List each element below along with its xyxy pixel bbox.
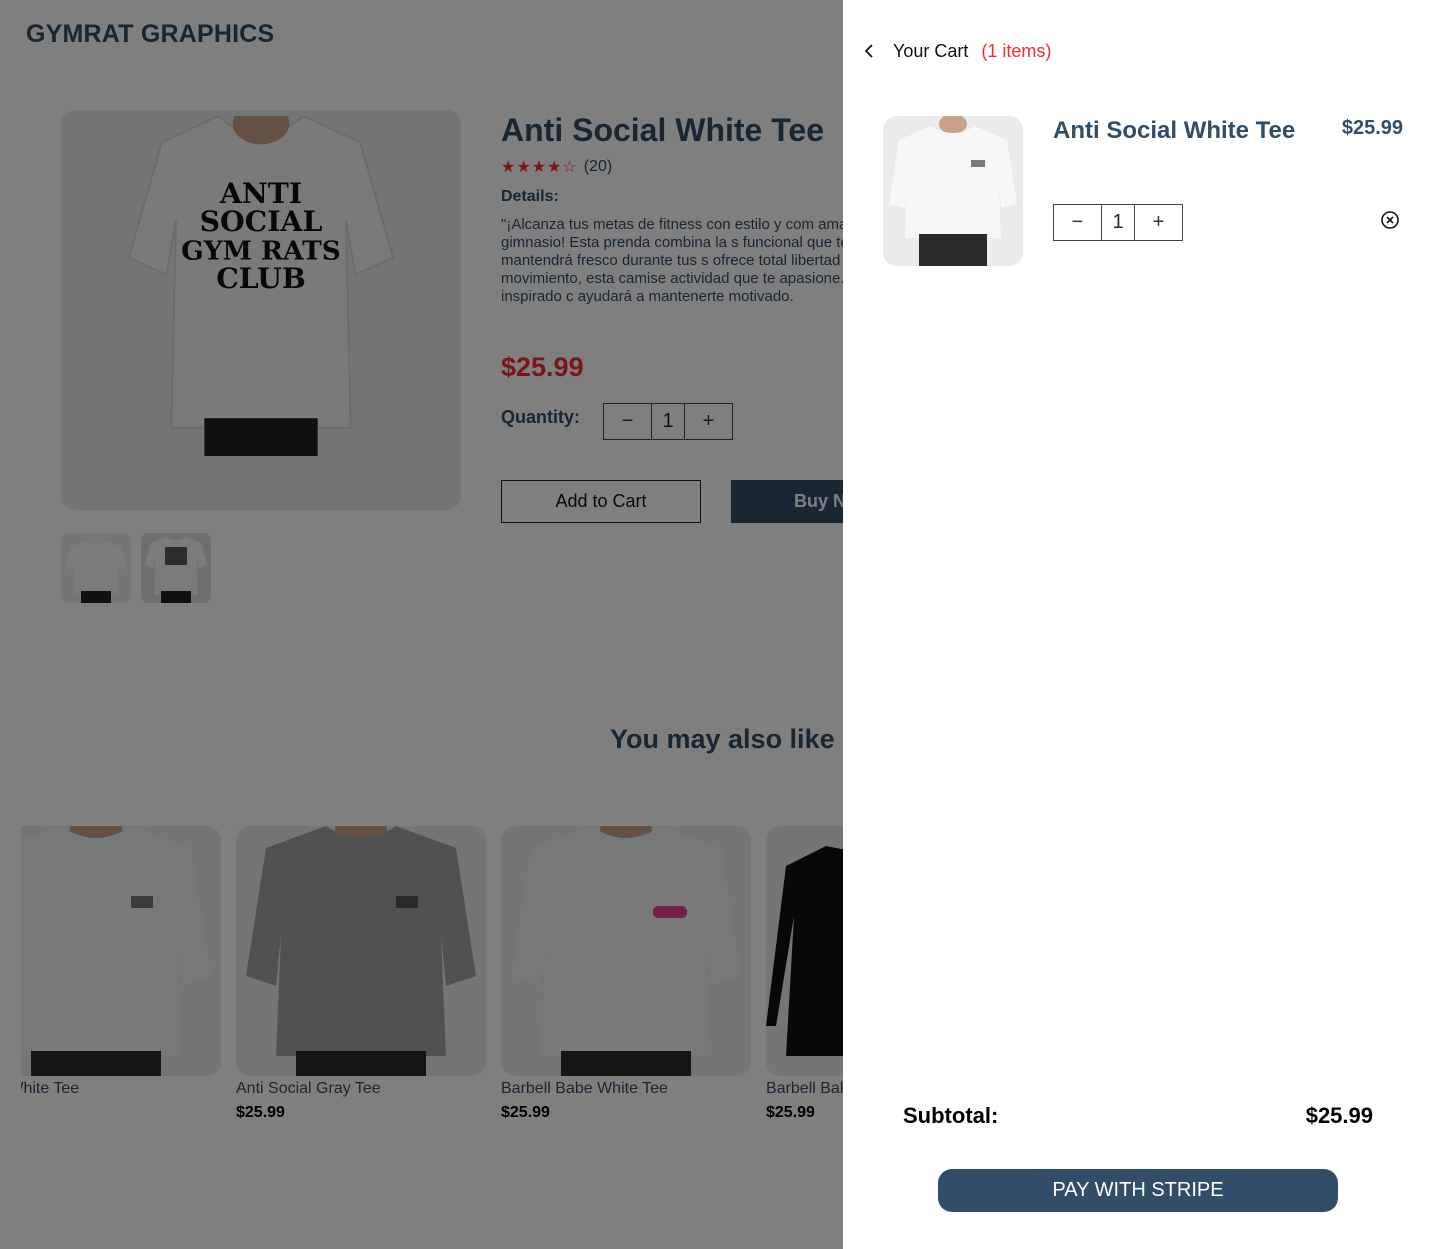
remove-item-icon[interactable] xyxy=(1380,210,1400,230)
pay-with-stripe-button[interactable]: PAY WITH STRIPE xyxy=(938,1169,1338,1212)
cart-item-name: Anti Social White Tee xyxy=(1053,117,1296,144)
cart-drawer: Your Cart (1 items) Anti Social White Te… xyxy=(843,0,1438,1249)
cart-quantity-stepper: − 1 + xyxy=(1053,204,1183,241)
tshirt-image xyxy=(889,116,1017,266)
cart-item-price: $25.99 xyxy=(1341,117,1403,139)
plus-icon[interactable]: + xyxy=(1135,205,1182,240)
cart-quantity-value: 1 xyxy=(1101,205,1135,240)
minus-icon[interactable]: − xyxy=(1054,205,1101,240)
cart-header[interactable]: Your Cart (1 items) xyxy=(863,38,1051,64)
cart-title: Your Cart xyxy=(893,40,969,61)
chevron-left-icon[interactable] xyxy=(863,38,879,64)
subtotal-label: Subtotal: xyxy=(903,1103,999,1128)
cart-item-count: (1 items) xyxy=(981,40,1052,61)
subtotal-value: $25.99 xyxy=(1305,1103,1373,1128)
cart-item-image xyxy=(883,116,1023,266)
